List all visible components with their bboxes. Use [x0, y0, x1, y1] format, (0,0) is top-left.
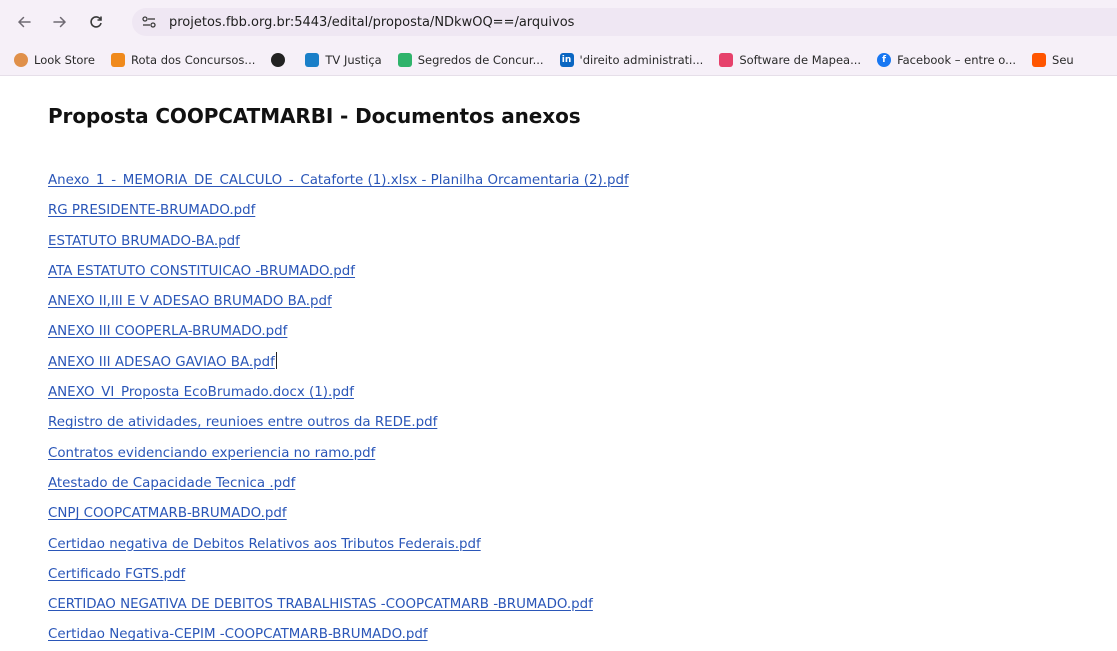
bookmark-item[interactable]: Look Store: [8, 48, 101, 72]
arrow-right-icon: [53, 16, 67, 28]
soundcloud-icon: [1032, 52, 1047, 67]
gear-icon: [14, 52, 28, 67]
file-link[interactable]: ATA ESTATUTO CONSTITUICAO -BRUMADO.pdf: [48, 264, 355, 279]
list-item: ANEXO II,III E V ADESAO BRUMADO BA.pdf: [48, 290, 629, 320]
bookmark-item[interactable]: [265, 48, 295, 72]
url-text: projetos.fbb.org.br:5443/edital/proposta…: [169, 14, 575, 30]
bookmark-item[interactable]: Rota dos Concursos...: [105, 48, 261, 72]
bookmark-item[interactable]: in 'direito administrati...: [554, 48, 710, 72]
bookmark-label: Look Store: [34, 52, 95, 67]
address-bar-area: projetos.fbb.org.br:5443/edital/proposta…: [0, 0, 1117, 44]
list-item: Atestado de Capacidade Tecnica .pdf: [48, 472, 629, 502]
file-list: Anexo_1_-_MEMORIA_DE_CALCULO_-_Cataforte…: [48, 169, 629, 651]
bookmark-item[interactable]: Segredos de Concur...: [392, 48, 550, 72]
tv-justica-icon: [305, 52, 320, 67]
file-link[interactable]: Registro de atividades, reunioes entre o…: [48, 415, 437, 430]
linkedin-icon: in: [559, 52, 574, 67]
reload-icon: [90, 16, 102, 28]
file-link[interactable]: ESTATUTO BRUMADO-BA.pdf: [48, 234, 240, 249]
list-item: ANEXO III COOPERLA-BRUMADO.pdf: [48, 320, 629, 350]
arrow-left-icon: [17, 16, 31, 28]
bookmark-label: Seu: [1052, 52, 1074, 67]
bookmark-label: Rota dos Concursos...: [131, 52, 256, 67]
text-cursor: [275, 351, 277, 369]
site-settings-icon[interactable]: [139, 12, 159, 32]
file-link[interactable]: Contratos evidenciando experiencia no ra…: [48, 446, 375, 461]
bookmark-label: 'direito administrati...: [579, 52, 704, 67]
reload-button[interactable]: [83, 9, 109, 35]
file-link[interactable]: Anexo_1_-_MEMORIA_DE_CALCULO_-_Cataforte…: [48, 173, 629, 188]
file-link[interactable]: ANEXO III ADESAO GAVIAO BA.pdf: [48, 355, 275, 370]
url-input[interactable]: projetos.fbb.org.br:5443/edital/proposta…: [132, 8, 1117, 36]
list-item: ATA ESTATUTO CONSTITUICAO -BRUMADO.pdf: [48, 260, 629, 290]
file-link[interactable]: RG PRESIDENTE-BRUMADO.pdf: [48, 203, 255, 218]
bookmark-item[interactable]: TV Justiça: [299, 48, 387, 72]
file-link[interactable]: ANEXO_VI_Proposta EcoBrumado.docx (1).pd…: [48, 385, 354, 400]
file-link[interactable]: Certidao Negativa-CEPIM -COOPCATMARB-BRU…: [48, 627, 428, 642]
file-link[interactable]: Atestado de Capacidade Tecnica .pdf: [48, 476, 295, 491]
list-item: Certidao Negativa-CEPIM -COOPCATMARB-BRU…: [48, 623, 629, 651]
forward-button[interactable]: [47, 9, 73, 35]
github-icon: [271, 52, 286, 67]
bookmarks-bar: Look Store Rota dos Concursos... TV Justiç…: [0, 44, 1117, 76]
list-item: Anexo_1_-_MEMORIA_DE_CALCULO_-_Cataforte…: [48, 169, 629, 199]
bookmark-label: TV Justiça: [325, 52, 382, 67]
list-item: CERTIDAO NEGATIVA DE DEBITOS TRABALHISTA…: [48, 593, 629, 623]
bookmark-icon: [397, 52, 412, 67]
list-item: Certidao negativa de Debitos Relativos a…: [48, 533, 629, 563]
bookmark-item[interactable]: Seu: [1026, 48, 1080, 72]
list-item: ANEXO_VI_Proposta EcoBrumado.docx (1).pd…: [48, 381, 629, 411]
mapping-icon: [719, 52, 734, 67]
list-item: Contratos evidenciando experiencia no ra…: [48, 442, 629, 472]
file-link[interactable]: CNPJ COOPCATMARB-BRUMADO.pdf: [48, 506, 287, 521]
orange-square-icon: [111, 52, 125, 67]
list-item: Registro de atividades, reunioes entre o…: [48, 411, 629, 441]
list-item: ESTATUTO BRUMADO-BA.pdf: [48, 230, 629, 260]
list-item: RG PRESIDENTE-BRUMADO.pdf: [48, 199, 629, 229]
bookmark-label: Software de Mapea...: [739, 52, 862, 67]
bookmark-item[interactable]: Software de Mapea...: [713, 48, 867, 72]
list-item: Certificado FGTS.pdf: [48, 563, 629, 593]
back-button[interactable]: [11, 9, 37, 35]
file-link[interactable]: ANEXO III COOPERLA-BRUMADO.pdf: [48, 324, 287, 339]
list-item: ANEXO III ADESAO GAVIAO BA.pdf: [48, 351, 629, 381]
page-header: Proposta COOPCATMARBI - Documentos anexo…: [48, 104, 581, 128]
file-link[interactable]: ANEXO II,III E V ADESAO BRUMADO BA.pdf: [48, 294, 332, 309]
list-item: CNPJ COOPCATMARB-BRUMADO.pdf: [48, 502, 629, 532]
bookmark-label: Facebook – entre o...: [897, 52, 1017, 67]
page-title: Proposta COOPCATMARBI - Documentos anexo…: [48, 104, 581, 128]
bookmark-label: Segredos de Concur...: [417, 52, 544, 67]
file-link[interactable]: Certificado FGTS.pdf: [48, 567, 185, 582]
file-link[interactable]: Certidao negativa de Debitos Relativos a…: [48, 537, 481, 552]
bookmark-item[interactable]: f Facebook – entre o...: [871, 48, 1022, 72]
file-link[interactable]: CERTIDAO NEGATIVA DE DEBITOS TRABALHISTA…: [48, 597, 593, 612]
facebook-icon: f: [877, 52, 892, 67]
